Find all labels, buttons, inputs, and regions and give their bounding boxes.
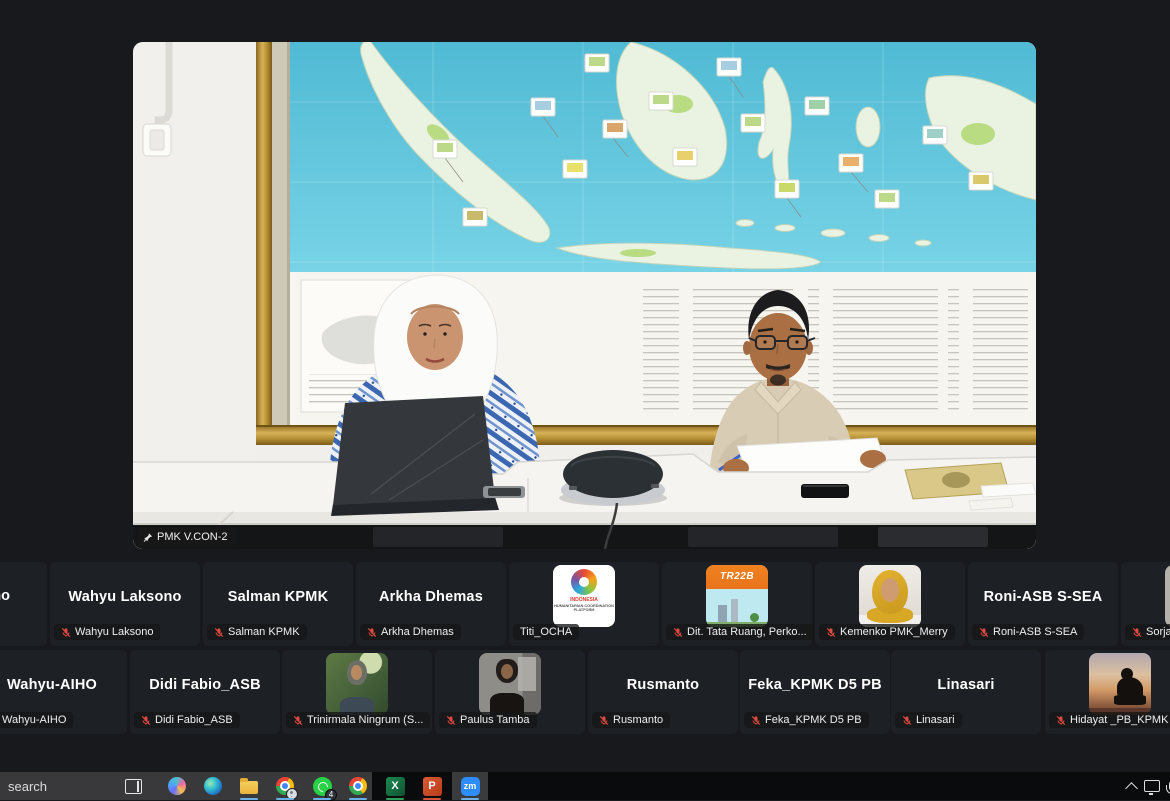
laptop: [331, 396, 499, 516]
participant-tile-rusmanto[interactable]: Rusmanto Rusmanto: [588, 650, 738, 734]
tray-mic-icon[interactable]: [1158, 772, 1170, 800]
dim-room-avatar: [479, 653, 541, 715]
participant-label: Wahyu-AIHO: [0, 712, 73, 728]
participant-tile-sorja[interactable]: Sorja K: [1121, 562, 1170, 646]
mic-muted-icon: [141, 715, 151, 726]
edge-icon[interactable]: [199, 772, 227, 800]
participant-name: Wahyu Laksono: [68, 589, 181, 619]
participant-tile-didi-fabio[interactable]: Didi Fabio_ASB Didi Fabio_ASB: [130, 650, 280, 734]
mic-muted-icon: [826, 627, 836, 638]
participant-tile-salman-kpmk[interactable]: Salman KPMK Salman KPMK: [203, 562, 353, 646]
woman-outdoors-avatar: [326, 653, 388, 715]
participant-name: Linasari: [937, 677, 994, 707]
participant-tile-wahyu-aiho[interactable]: Wahyu-AIHO Wahyu-AIHO: [0, 650, 127, 734]
phone-right: [801, 484, 849, 498]
participant-label: Salman KPMK: [207, 624, 307, 640]
participant-name: Didi Fabio_ASB: [149, 677, 261, 707]
tata-ruang-logo-avatar: TR22B: [706, 565, 768, 627]
mic-muted-icon: [214, 627, 224, 638]
pinned-video-label[interactable]: PMK V.CON-2: [138, 528, 236, 546]
mic-muted-icon: [599, 715, 609, 726]
mic-muted-icon: [61, 627, 71, 638]
participant-tile-roni-asb[interactable]: Roni-ASB S-SEA Roni-ASB S-SEA: [968, 562, 1118, 646]
phone-left: [483, 486, 525, 498]
copilot-icon[interactable]: [163, 772, 191, 800]
participant-name: Feka_KPMK D5 PB: [748, 677, 882, 707]
participant-tile-titi-ocha[interactable]: INDONESIA HUMANITARIAN COORDINATION PLAT…: [509, 562, 659, 646]
mic-muted-icon: [446, 715, 456, 726]
mic-muted-icon: [1056, 715, 1066, 726]
participant-label: Feka_KPMK D5 PB: [744, 712, 869, 728]
participant-label: Paulus Tamba: [439, 712, 537, 728]
participant-tile-partial-left[interactable]: no: [0, 562, 47, 646]
ihcp-logo-avatar: INDONESIA HUMANITARIAN COORDINATION PLAT…: [553, 565, 615, 627]
excel-icon[interactable]: X: [381, 772, 409, 800]
chrome-icon[interactable]: [344, 772, 372, 800]
participant-tile-dit-tata-ruang[interactable]: TR22B Dit. Tata Ruang, Perko...: [662, 562, 812, 646]
mic-muted-icon: [751, 715, 761, 726]
powerpoint-icon[interactable]: P: [418, 772, 446, 800]
participant-label: Wahyu Laksono: [54, 624, 160, 640]
ihcp-burst-icon: [571, 569, 597, 595]
sunset-silhouette-avatar: [1089, 653, 1151, 715]
participant-name: no: [0, 588, 10, 604]
picture-frame: [256, 42, 290, 445]
mic-muted-icon: [673, 627, 683, 638]
chrome-profile-icon[interactable]: [271, 772, 299, 800]
participant-tile-wahyu-laksono[interactable]: Wahyu Laksono Wahyu Laksono: [50, 562, 200, 646]
file-explorer-icon[interactable]: [235, 772, 263, 800]
participant-label: Sorja K: [1125, 624, 1170, 640]
participant-tile-feka-kpmk[interactable]: Feka_KPMK D5 PB Feka_KPMK D5 PB: [740, 650, 890, 734]
windows-taskbar: search 4 X P zm: [0, 772, 1170, 800]
participant-name: Arkha Dhemas: [379, 589, 483, 619]
participant-label: Arkha Dhemas: [360, 624, 461, 640]
participant-tile-arkha-dhemas[interactable]: Arkha Dhemas Arkha Dhemas: [356, 562, 506, 646]
mic-muted-icon: [979, 627, 989, 638]
conference-room-scene: [133, 42, 1036, 549]
zoom-app-icon[interactable]: zm: [456, 772, 484, 800]
mic-muted-icon: [293, 715, 303, 726]
search-text: search: [8, 779, 47, 794]
participant-tile-hidayat[interactable]: Hidayat _PB_KPMK: [1045, 650, 1170, 734]
participant-name: Roni-ASB S-SEA: [984, 589, 1103, 619]
participant-label: Kemenko PMK_Merry: [819, 624, 955, 640]
pinned-video-name: PMK V.CON-2: [157, 531, 228, 543]
participant-label: Hidayat _PB_KPMK: [1049, 712, 1170, 728]
main-video-feed[interactable]: PMK V.CON-2: [133, 42, 1036, 549]
participant-tile-linasari[interactable]: Linasari Linasari: [891, 650, 1041, 734]
participant-tile-kemenko-pmk-merry[interactable]: Kemenko PMK_Merry: [815, 562, 965, 646]
whatsapp-icon[interactable]: 4: [308, 772, 336, 800]
participant-label: Trinirmala Ningrum (S...: [286, 712, 430, 728]
participant-label: Didi Fabio_ASB: [134, 712, 240, 728]
participant-tile-paulus-tamba[interactable]: Paulus Tamba: [435, 650, 585, 734]
participant-label: Dit. Tata Ruang, Perko...: [666, 624, 814, 640]
participant-label: Roni-ASB S-SEA: [972, 624, 1084, 640]
participant-label: Rusmanto: [592, 712, 670, 728]
participant-label: Titi_OCHA: [513, 624, 579, 640]
mic-muted-icon: [902, 715, 912, 726]
participant-label: Linasari: [895, 712, 962, 728]
mic-muted-icon: [367, 627, 377, 638]
partial-photo-avatar: [1165, 565, 1170, 627]
participant-name: Wahyu-AIHO: [7, 677, 97, 707]
woman-yellow-hijab-avatar: [859, 565, 921, 627]
participant-name: Rusmanto: [627, 677, 700, 707]
participant-name: Salman KPMK: [228, 589, 329, 619]
pin-icon: [143, 532, 153, 543]
task-view-icon[interactable]: [119, 772, 147, 800]
mic-muted-icon: [1132, 627, 1142, 638]
participant-tile-trinirmala[interactable]: Trinirmala Ningrum (S...: [282, 650, 432, 734]
